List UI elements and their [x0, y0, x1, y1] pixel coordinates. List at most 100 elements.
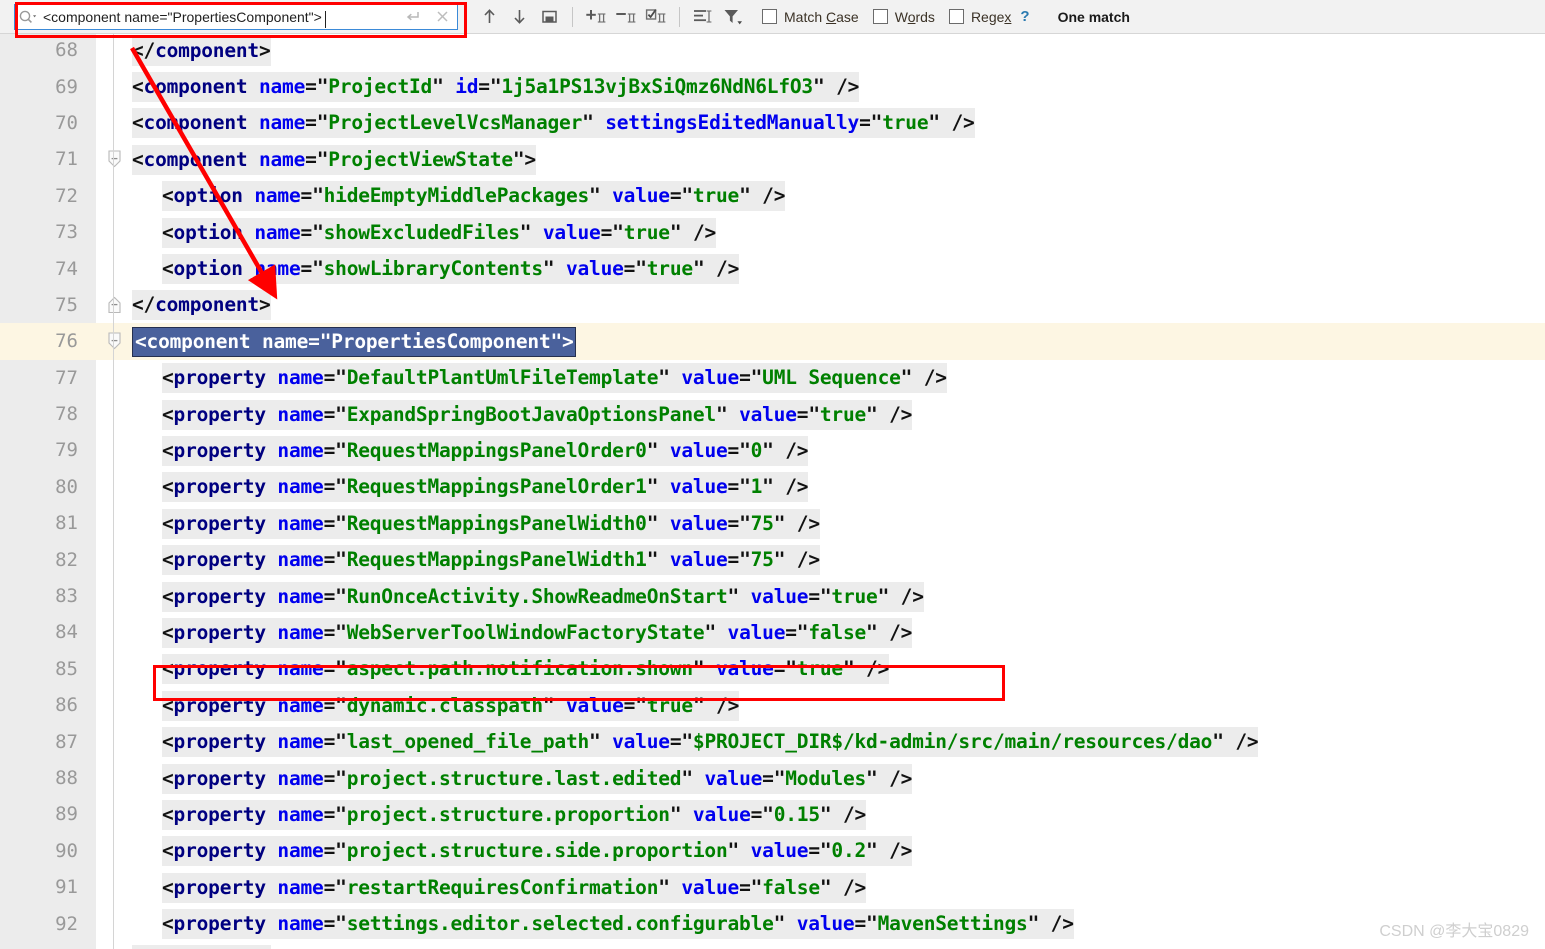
- code-editor[interactable]: 68</component>69<component name="Project…: [0, 34, 1545, 949]
- code-line[interactable]: 82<property name="RequestMappingsPanelWi…: [0, 541, 1545, 577]
- regex-checkbox-box[interactable]: [949, 9, 964, 24]
- fold-column: [96, 287, 132, 323]
- select-all-occurrences-button[interactable]: [534, 4, 564, 30]
- fold-column: [96, 578, 132, 614]
- code-line-text[interactable]: <property name="RequestMappingsPanelWidt…: [132, 512, 820, 535]
- filter-icon[interactable]: [718, 4, 748, 30]
- code-line[interactable]: 89<property name="project.structure.prop…: [0, 796, 1545, 832]
- fold-marker-icon[interactable]: [107, 332, 122, 350]
- code-line-text[interactable]: <property name="project.structure.last.e…: [132, 767, 912, 790]
- find-next-button[interactable]: [504, 4, 534, 30]
- code-line-text[interactable]: <option name="hideEmptyMiddlePackages" v…: [132, 184, 785, 207]
- add-occurrence-icon[interactable]: [581, 4, 611, 30]
- match-case-checkbox[interactable]: Match Case: [762, 9, 859, 25]
- fold-column: [96, 651, 132, 687]
- fold-column: [96, 541, 132, 577]
- code-line[interactable]: 73<option name="showExcludedFiles" value…: [0, 214, 1545, 250]
- code-line[interactable]: 74<option name="showLibraryContents" val…: [0, 250, 1545, 286]
- code-line[interactable]: 69<component name="ProjectId" id="1j5a1P…: [0, 68, 1545, 104]
- fold-marker-icon[interactable]: [107, 296, 122, 314]
- code-line-text[interactable]: <component name="ProjectId" id="1j5a1PS1…: [132, 75, 859, 98]
- search-match-highlight: <component name="PropertiesComponent">: [132, 327, 576, 357]
- code-line[interactable]: 68</component>: [0, 34, 1545, 68]
- search-input-value[interactable]: <component name="PropertiesComponent">: [41, 9, 322, 25]
- code-line[interactable]: 75 </component>: [0, 287, 1545, 323]
- code-line[interactable]: 83<property name="RunOnceActivity.ShowRe…: [0, 578, 1545, 614]
- fold-column: [96, 432, 132, 468]
- fold-column: [96, 250, 132, 286]
- code-line[interactable]: 76<component name="PropertiesComponent">: [0, 323, 1545, 359]
- code-line-text[interactable]: <component name="ProjectLevelVcsManager"…: [132, 111, 975, 134]
- code-line[interactable]: 72<option name="hideEmptyMiddlePackages"…: [0, 178, 1545, 214]
- code-line[interactable]: 90 <property name="project.structure.side…: [0, 833, 1545, 869]
- fold-column: [96, 68, 132, 104]
- code-line[interactable]: 88<property name="project.structure.last…: [0, 760, 1545, 796]
- fold-guide-line: [113, 614, 114, 650]
- code-line[interactable]: 86<property name="dynamic.classpath" val…: [0, 687, 1545, 723]
- line-number: 70: [0, 112, 78, 134]
- code-line-text[interactable]: <property name="aspect.path.notification…: [132, 657, 889, 680]
- code-line[interactable]: 85<property name="aspect.path.notificati…: [0, 651, 1545, 687]
- code-line-text[interactable]: <property name="dynamic.classpath" value…: [132, 694, 739, 717]
- code-line[interactable]: 81<property name="RequestMappingsPanelWi…: [0, 505, 1545, 541]
- fold-column: [96, 105, 132, 141]
- code-line-text[interactable]: <property name="restartRequiresConfirmat…: [132, 876, 866, 899]
- code-line[interactable]: 71<component name="ProjectViewState">: [0, 141, 1545, 177]
- code-line-text[interactable]: <component name="ProjectViewState">: [132, 148, 536, 171]
- code-line[interactable]: 78<property name="ExpandSpringBootJavaOp…: [0, 396, 1545, 432]
- line-number: 84: [0, 621, 78, 643]
- find-previous-button[interactable]: [474, 4, 504, 30]
- fold-guide-line: [113, 541, 114, 577]
- code-line-text[interactable]: </component>: [132, 293, 271, 316]
- code-line-text[interactable]: <component name="PropertiesComponent">: [132, 330, 576, 353]
- regex-help-icon[interactable]: ?: [1020, 8, 1029, 25]
- code-line[interactable]: 77 <property name="DefaultPlantUmlFileTem…: [0, 360, 1545, 396]
- fold-column: [96, 141, 132, 177]
- find-in-selection-icon[interactable]: [688, 4, 718, 30]
- code-line-text[interactable]: <property name="last_opened_file_path" v…: [132, 730, 1258, 753]
- line-number: 75: [0, 294, 78, 316]
- code-line[interactable]: 80<property name="RequestMappingsPanelOr…: [0, 469, 1545, 505]
- line-number: 77: [0, 367, 78, 389]
- code-line-text[interactable]: <property name="RequestMappingsPanelOrde…: [132, 439, 808, 462]
- words-checkbox[interactable]: Words: [873, 9, 935, 25]
- match-case-label: Match Case: [784, 9, 859, 25]
- remove-occurrence-icon[interactable]: [611, 4, 641, 30]
- new-line-icon[interactable]: [397, 5, 427, 29]
- code-line-text[interactable]: <property name="project.structure.side.p…: [132, 839, 912, 862]
- code-line-text[interactable]: <property name="RequestMappingsPanelWidt…: [132, 548, 820, 571]
- regex-checkbox[interactable]: Regex: [949, 9, 1011, 25]
- clear-search-icon[interactable]: [427, 5, 457, 29]
- code-line-text[interactable]: <property name="RequestMappingsPanelOrde…: [132, 475, 808, 498]
- select-occurrences-icon[interactable]: [641, 4, 671, 30]
- fold-guide-line: [113, 432, 114, 468]
- search-icon[interactable]: [15, 5, 41, 29]
- words-checkbox-box[interactable]: [873, 9, 888, 24]
- code-line-text[interactable]: <option name="showLibraryContents" value…: [132, 257, 739, 280]
- search-input[interactable]: <component name="PropertiesComponent">: [14, 4, 458, 30]
- code-line-text[interactable]: <property name="WebServerToolWindowFacto…: [132, 621, 912, 644]
- code-line[interactable]: 70 <component name="ProjectLevelVcsManage…: [0, 105, 1545, 141]
- code-line[interactable]: 91<property name="restartRequiresConfirm…: [0, 869, 1545, 905]
- code-line-text[interactable]: </component>: [132, 39, 271, 62]
- match-case-checkbox-box[interactable]: [762, 9, 777, 24]
- fold-marker-icon[interactable]: [107, 150, 122, 168]
- code-line-text[interactable]: <property name="DefaultPlantUmlFileTempl…: [132, 366, 947, 389]
- code-line[interactable]: 92<property name="settings.editor.select…: [0, 905, 1545, 941]
- fold-column: [96, 360, 132, 396]
- fold-guide-line: [113, 105, 114, 141]
- code-line[interactable]: 84 <property name="WebServerToolWindowFac…: [0, 614, 1545, 650]
- code-line-text[interactable]: <option name="showExcludedFiles" value="…: [132, 221, 716, 244]
- code-line-text[interactable]: <property name="settings.editor.selected…: [132, 912, 1074, 935]
- fold-column: [96, 396, 132, 432]
- code-line-text[interactable]: <property name="project.structure.propor…: [132, 803, 866, 826]
- code-line-text[interactable]: <property name="ExpandSpringBootJavaOpti…: [132, 403, 912, 426]
- fold-guide-line: [113, 942, 114, 949]
- fold-guide-line: [113, 323, 114, 359]
- code-line-text[interactable]: <property name="RunOnceActivity.ShowRead…: [132, 585, 924, 608]
- code-line[interactable]: 93</component>: [0, 942, 1545, 949]
- fold-guide-line: [113, 651, 114, 687]
- line-number: 90: [0, 840, 78, 862]
- code-line[interactable]: 87<property name="last_opened_file_path"…: [0, 723, 1545, 759]
- code-line[interactable]: 79<property name="RequestMappingsPanelOr…: [0, 432, 1545, 468]
